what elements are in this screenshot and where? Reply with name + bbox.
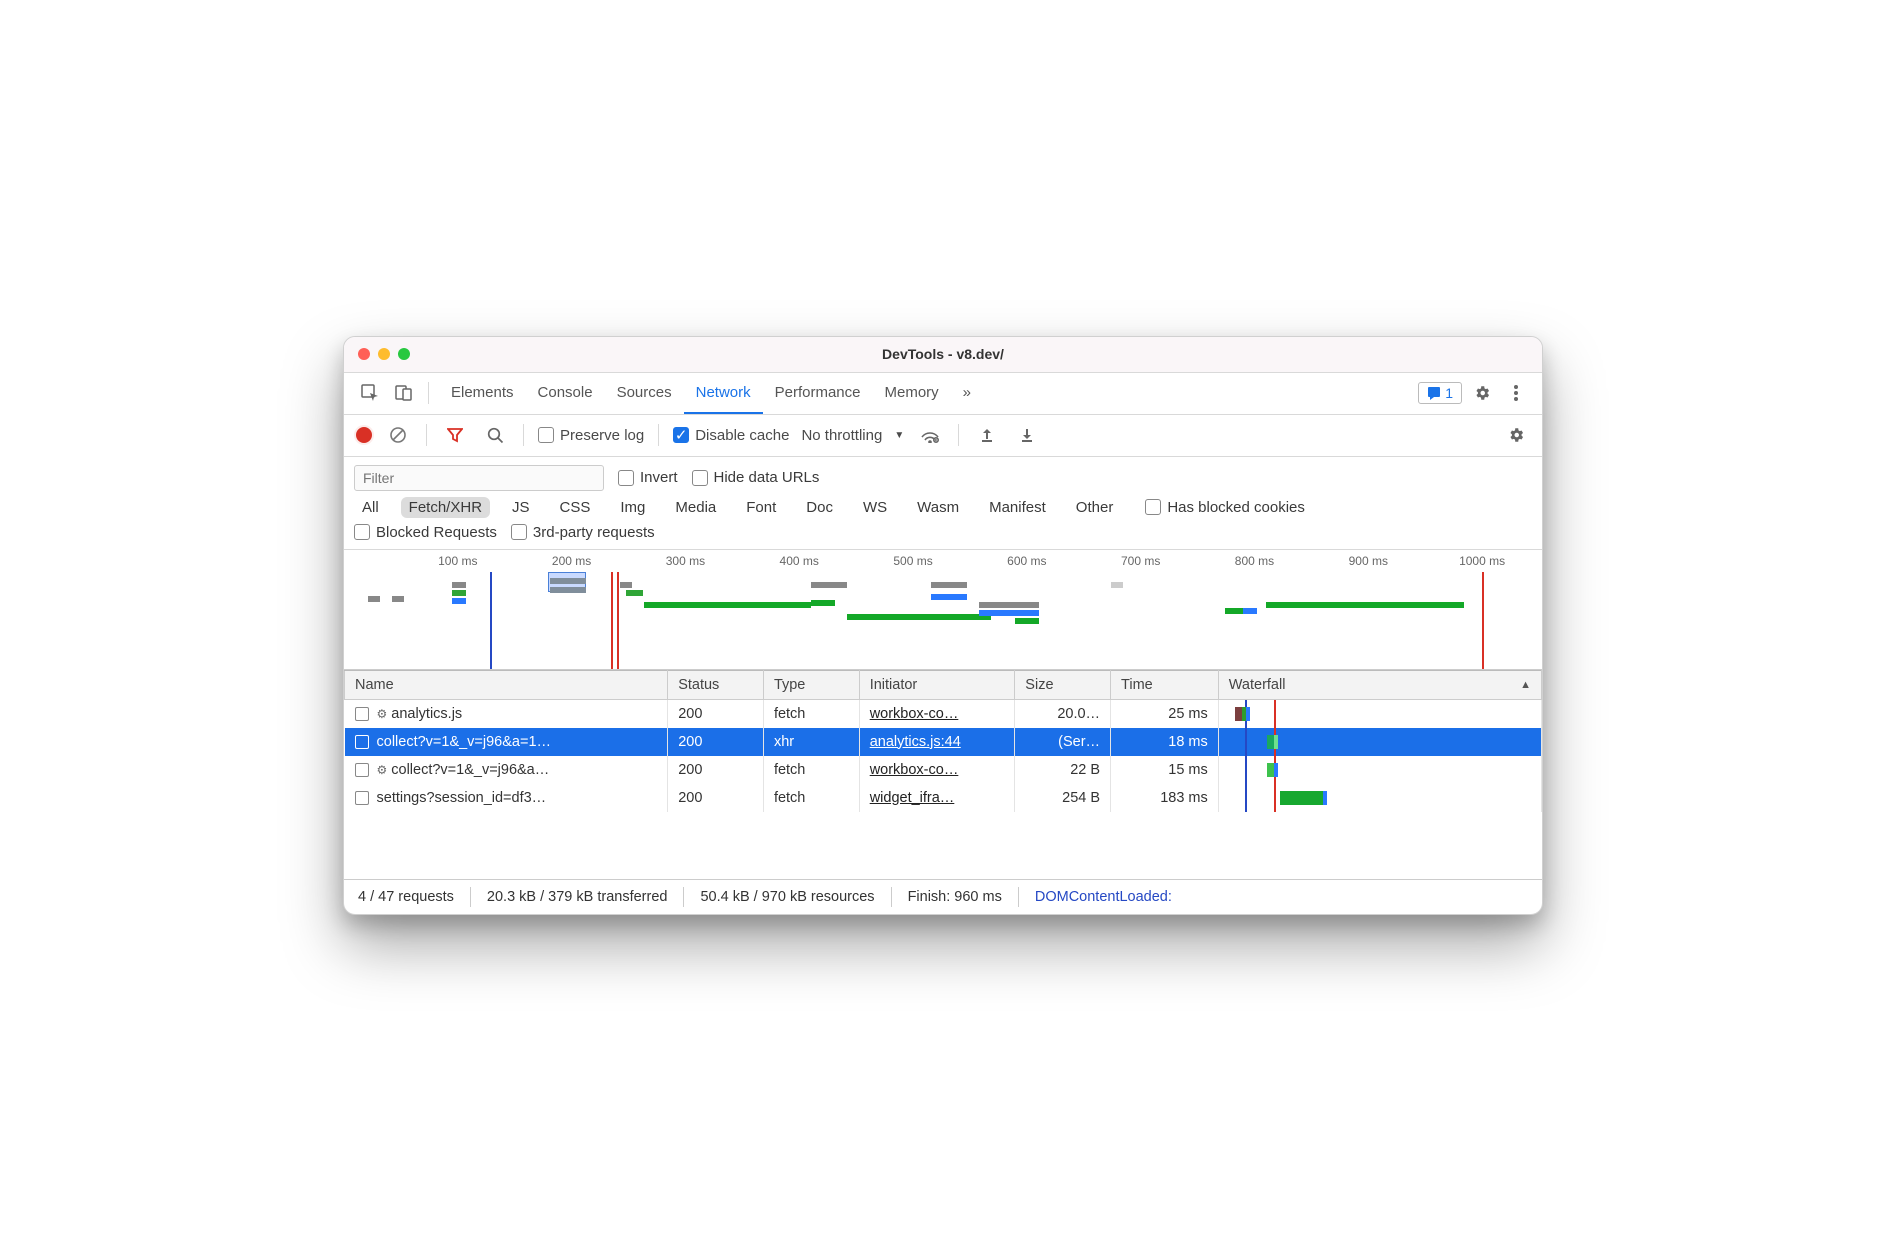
- status-bar: 4 / 47 requests 20.3 kB / 379 kB transfe…: [344, 880, 1542, 914]
- download-har-icon[interactable]: [1013, 421, 1041, 449]
- blocked-requests-checkbox[interactable]: Blocked Requests: [354, 524, 497, 541]
- tab-memory[interactable]: Memory: [873, 373, 951, 414]
- col-name[interactable]: Name: [345, 670, 668, 699]
- tab-console[interactable]: Console: [526, 373, 605, 414]
- status-finish: Finish: 960 ms: [908, 889, 1002, 905]
- type-doc[interactable]: Doc: [798, 497, 841, 518]
- table-row[interactable]: settings?session_id=df3…200fetchwidget_i…: [345, 784, 1542, 812]
- status-domcontentloaded: DOMContentLoaded:: [1035, 889, 1172, 905]
- hide-data-urls-checkbox[interactable]: Hide data URLs: [692, 469, 820, 486]
- table-row[interactable]: ⚙analytics.js200fetchworkbox-co…20.0…25 …: [345, 699, 1542, 728]
- disable-cache-checkbox[interactable]: ✓Disable cache: [673, 427, 789, 444]
- type-css[interactable]: CSS: [552, 497, 599, 518]
- third-party-checkbox[interactable]: 3rd-party requests: [511, 524, 655, 541]
- tab-network[interactable]: Network: [684, 373, 763, 414]
- window-title: DevTools - v8.dev/: [344, 346, 1542, 362]
- device-toolbar-icon[interactable]: [390, 379, 418, 407]
- window-controls: [358, 348, 410, 360]
- tabs-overflow[interactable]: »: [951, 373, 983, 414]
- col-waterfall[interactable]: Waterfall▲: [1218, 670, 1541, 699]
- invert-checkbox[interactable]: Invert: [618, 469, 678, 486]
- has-blocked-cookies-checkbox[interactable]: Has blocked cookies: [1145, 499, 1305, 516]
- network-toolbar: Preserve log ✓Disable cache No throttlin…: [344, 415, 1542, 457]
- table-row[interactable]: collect?v=1&_v=j96&a=1…200xhranalytics.j…: [345, 728, 1542, 756]
- status-requests: 4 / 47 requests: [358, 889, 454, 905]
- minimize-window-button[interactable]: [378, 348, 390, 360]
- col-size[interactable]: Size: [1015, 670, 1111, 699]
- col-status[interactable]: Status: [668, 670, 764, 699]
- main-toolbar: Elements Console Sources Network Perform…: [344, 373, 1542, 415]
- type-filters: All Fetch/XHR JS CSS Img Media Font Doc …: [354, 497, 1532, 518]
- type-font[interactable]: Font: [738, 497, 784, 518]
- type-manifest[interactable]: Manifest: [981, 497, 1054, 518]
- overview-timeline[interactable]: 100 ms 200 ms 300 ms 400 ms 500 ms 600 m…: [344, 550, 1542, 670]
- preserve-log-checkbox[interactable]: Preserve log: [538, 427, 644, 444]
- upload-har-icon[interactable]: [973, 421, 1001, 449]
- close-window-button[interactable]: [358, 348, 370, 360]
- zoom-window-button[interactable]: [398, 348, 410, 360]
- request-table-container: Name Status Type Initiator Size Time Wat…: [344, 670, 1542, 880]
- type-all[interactable]: All: [354, 497, 387, 518]
- status-resources: 50.4 kB / 970 kB resources: [700, 889, 874, 905]
- status-transferred: 20.3 kB / 379 kB transferred: [487, 889, 668, 905]
- main-tabs: Elements Console Sources Network Perform…: [439, 373, 983, 414]
- col-type[interactable]: Type: [763, 670, 859, 699]
- table-row[interactable]: ⚙collect?v=1&_v=j96&a…200fetchworkbox-co…: [345, 756, 1542, 784]
- titlebar: DevTools - v8.dev/: [344, 337, 1542, 373]
- filter-bar: Invert Hide data URLs All Fetch/XHR JS C…: [344, 457, 1542, 550]
- filter-icon[interactable]: [441, 421, 469, 449]
- col-time[interactable]: Time: [1111, 670, 1219, 699]
- type-other[interactable]: Other: [1068, 497, 1122, 518]
- type-fetch-xhr[interactable]: Fetch/XHR: [401, 497, 490, 518]
- type-img[interactable]: Img: [612, 497, 653, 518]
- tab-sources[interactable]: Sources: [605, 373, 684, 414]
- type-ws[interactable]: WS: [855, 497, 895, 518]
- tab-elements[interactable]: Elements: [439, 373, 526, 414]
- devtools-window: DevTools - v8.dev/ Elements Console Sour…: [343, 336, 1543, 915]
- network-conditions-icon[interactable]: [916, 421, 944, 449]
- type-wasm[interactable]: Wasm: [909, 497, 967, 518]
- issues-button[interactable]: 1: [1418, 382, 1462, 404]
- type-media[interactable]: Media: [667, 497, 724, 518]
- search-icon[interactable]: [481, 421, 509, 449]
- settings-icon[interactable]: [1468, 379, 1496, 407]
- issues-count: 1: [1445, 385, 1453, 401]
- record-button[interactable]: [356, 427, 372, 443]
- filter-input[interactable]: [354, 465, 604, 491]
- type-js[interactable]: JS: [504, 497, 538, 518]
- inspect-icon[interactable]: [356, 379, 384, 407]
- col-initiator[interactable]: Initiator: [859, 670, 1015, 699]
- tab-performance[interactable]: Performance: [763, 373, 873, 414]
- clear-icon[interactable]: [384, 421, 412, 449]
- more-icon[interactable]: [1502, 379, 1530, 407]
- throttling-dropdown[interactable]: No throttling▼: [801, 427, 904, 444]
- network-settings-icon[interactable]: [1502, 421, 1530, 449]
- request-table: Name Status Type Initiator Size Time Wat…: [344, 670, 1542, 812]
